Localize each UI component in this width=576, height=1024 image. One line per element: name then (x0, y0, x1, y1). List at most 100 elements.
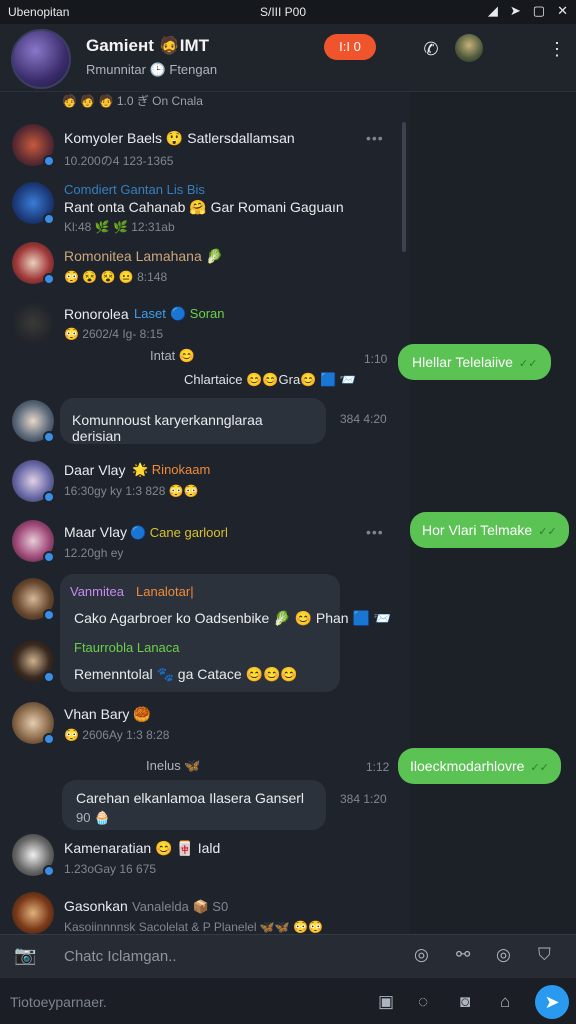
close-icon: ✕ (557, 3, 568, 18)
sticker-icon[interactable]: ◎ (414, 945, 429, 965)
row-sub: Kasoiinnnnsk Sacolelat & P Planelel 🦋🦋 😳… (64, 920, 324, 934)
avatar[interactable] (12, 400, 55, 443)
row-sub: 1.23oGay 16 675 (64, 862, 157, 876)
scrollbar[interactable] (402, 122, 406, 252)
sender-name-2: Ftaurrobla Lanaca (74, 640, 180, 655)
online-dot (43, 671, 55, 683)
camera-icon[interactable]: 📷 (14, 945, 36, 966)
avatar[interactable] (12, 578, 55, 621)
message-group-bubble[interactable]: Vanmitea Lanalotar| Cako Agarbroer ko Oa… (60, 574, 391, 692)
bubble-text-2: 90 🧁 (76, 810, 111, 825)
row-sub: Kl:48 🌿 🌿 12:31ab (64, 220, 175, 234)
bubble-text: Hlellar Telelaiive (412, 354, 513, 370)
avatar[interactable] (12, 702, 55, 745)
group-avatar[interactable] (11, 29, 71, 89)
avatar[interactable] (12, 892, 54, 934)
avatar[interactable] (12, 640, 55, 683)
outgoing-bubble[interactable]: Hlellar Telelaiive ✓✓ (398, 344, 552, 380)
online-dot (43, 733, 55, 745)
live-badge[interactable]: I:I 0 (324, 34, 376, 60)
bubble-text: Hor Vlari Telmake (422, 522, 533, 538)
user-avatar[interactable] (455, 34, 483, 62)
row-name: Vhan Bary 🥮 (64, 706, 151, 722)
message-text: Cako Agarbroer ko Oadsenbike 🥬 😊 Phan 🟦 … (74, 610, 392, 626)
timestamp: 1:10 (364, 352, 388, 366)
inline-text: Inelus 🦋 (146, 758, 201, 773)
chat-title[interactable]: Gamieнt 🧔IMT (86, 36, 209, 56)
online-dot (43, 551, 55, 563)
row-sub: 16:30gy ky 1:3 828 😳😳 (64, 484, 199, 498)
double-check-icon: ✓✓ (530, 762, 549, 774)
outgoing-bubble[interactable]: Hor Vlari Telmake ✓✓ (410, 512, 569, 548)
inline-text-2: Chlartaice 😊😊Gra😊 🟦 📨 (184, 372, 356, 387)
gif-icon[interactable]: ◎ (496, 945, 511, 965)
row-name: Gasonkan (64, 898, 128, 914)
message-list[interactable]: 🧑 🧑 🧑 1.0 ぎ On Cnala Komyoler Baels 😲 Sa… (0, 92, 576, 934)
avatar[interactable] (12, 460, 55, 503)
row-label: 🔵 Cane garloorl (130, 525, 228, 540)
partial-text: 🧑 🧑 🧑 1.0 ぎ On Cnala (62, 94, 203, 108)
more-icon[interactable]: ••• (366, 130, 384, 146)
gallery-icon[interactable]: ◙ (460, 992, 470, 1012)
double-check-icon: ✓✓ (538, 526, 557, 538)
more-vertical-icon[interactable]: ⋮ (546, 38, 568, 60)
double-check-icon: ✓✓ (518, 358, 538, 370)
row-label-2: 🔵 Soran (170, 306, 225, 321)
row-label: Vanalelda 📦 S0 (132, 899, 229, 914)
timestamp: 384 1:20 (340, 792, 387, 806)
row-sub: 10.200の4 123-1365 (64, 154, 174, 168)
send-icon: ➤ (544, 992, 560, 1012)
bubble-text: Iloeckmodarhlovre (410, 758, 525, 774)
message-bubble[interactable]: Komunnoust karyerkannglaraa derisian (60, 398, 326, 444)
secondary-input[interactable]: Tiotoeyparnaer. (10, 994, 107, 1010)
message-bubble[interactable]: Carehan elkanlamoa Ilasera Ganserl 90 🧁 (62, 780, 326, 830)
chat-app: Ubenopitan S/III P00 ◢ ➤ ▢ ✕ Gamieнt 🧔IM… (0, 0, 576, 1024)
row-name: Ronorolea (64, 306, 129, 322)
row-sub: 😳 😵 😵 😐 8:148 (64, 270, 168, 284)
home-icon[interactable]: ⌂ (500, 992, 510, 1012)
row-name: Kamenaratian 😊 🀄 Iald (64, 840, 221, 856)
inline-text: Intat 😊 (150, 348, 196, 363)
chat-icon[interactable]: ◌ (418, 992, 428, 1012)
avatar[interactable] (12, 182, 55, 225)
online-dot (43, 273, 55, 285)
message-input[interactable]: Chatc Iclamgan.. (64, 948, 177, 965)
avatar[interactable] (12, 124, 55, 167)
avatar[interactable] (12, 520, 55, 563)
outgoing-bubble[interactable]: Iloeckmodarhlovre ✓✓ (398, 748, 561, 784)
avatar[interactable] (12, 834, 55, 877)
bubble-text: Komunnoust karyerkannglaraa derisian (72, 412, 263, 444)
composer-bar: 📷 Chatc Iclamgan.. ◎ ⚯ ◎ ⛉ (0, 934, 576, 978)
image-icon[interactable]: ▣ (378, 992, 394, 1012)
status-bar: Ubenopitan S/III P00 ◢ ➤ ▢ ✕ (0, 0, 576, 24)
row-sub: 12.20gh ey (64, 546, 124, 560)
row-sub: 😳 2606Ay 1:3 8:28 (64, 728, 170, 742)
online-dot (43, 155, 55, 167)
row-label: Comdiert Gantan Lis Bis (64, 182, 205, 197)
status-carrier: Ubenopitan (8, 5, 70, 19)
more-icon[interactable]: ••• (366, 524, 384, 540)
avatar[interactable] (12, 242, 55, 285)
row-name: Rant onta Cahanab 🤗 Gar Romani Gaguaın (64, 199, 344, 215)
online-dot (43, 609, 55, 621)
shield-icon[interactable]: ⛉ (538, 945, 551, 965)
timestamp: 384 4:20 (340, 412, 387, 426)
row-name: Daar Vlay (64, 462, 126, 478)
row-name: Romonitea Lamahana 🥬 (64, 248, 224, 264)
sender-name: Vanmitea (70, 584, 124, 599)
row-label: Laset (134, 306, 166, 321)
call-icon[interactable]: ✆ (420, 38, 442, 60)
window-icon: ▢ (532, 3, 546, 18)
row-name: Maar Vlay (64, 524, 128, 540)
row-sub: 😳 2602/4 Ig- 8:15 (64, 327, 164, 341)
online-dot (43, 865, 55, 877)
online-dot (43, 213, 55, 225)
location-icon: ➤ (509, 3, 521, 18)
timestamp: 1:12 (366, 760, 390, 774)
bubble-text: Carehan elkanlamoa Ilasera Ganserl (76, 790, 305, 806)
avatar[interactable] (12, 302, 54, 344)
online-dot (43, 431, 55, 443)
attach-icon[interactable]: ⚯ (456, 945, 470, 965)
send-button[interactable]: ➤ (535, 985, 569, 1019)
row-name: Komyoler Baels 😲 Satlersdallamsan (64, 130, 295, 146)
